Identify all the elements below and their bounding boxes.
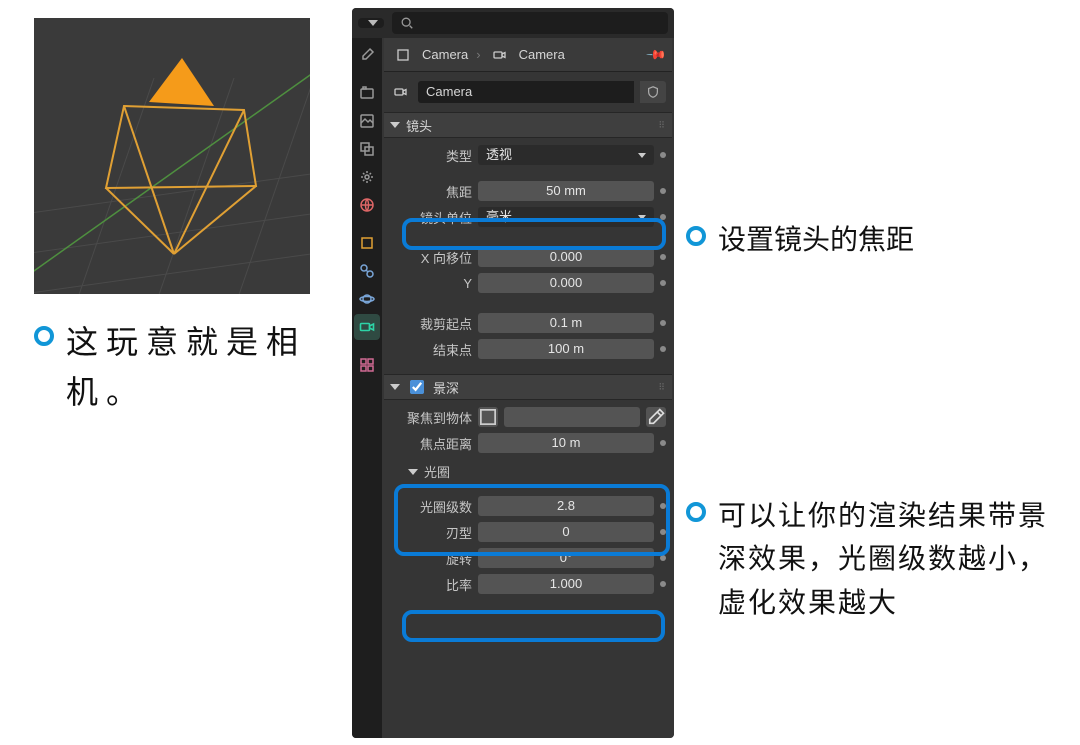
disclosure-icon [390,122,400,128]
fstop-field[interactable]: 2.8 [478,496,654,516]
property-tabs [352,38,382,738]
anim-dot[interactable] [660,555,666,561]
anim-dot[interactable] [660,320,666,326]
anim-dot[interactable] [660,188,666,194]
clip-end-label: 结束点 [390,340,472,359]
chevron-down-icon [638,215,646,220]
shift-x-label: X 向移位 [390,248,472,267]
camera-icon [390,81,412,103]
properties-panel: Camera › Camera 📌 Camera 镜头 ⠿ [352,8,674,738]
camera-icon [489,44,511,66]
chevron-down-icon [368,20,378,26]
breadcrumb-data[interactable]: Camera [519,47,565,62]
tab-scene[interactable] [354,164,380,190]
chevron-down-icon [638,153,646,158]
fake-user-button[interactable] [640,81,666,103]
anim-dot[interactable] [660,440,666,446]
tab-constraints[interactable] [354,258,380,284]
breadcrumb-sep: › [476,47,480,62]
camera-wireframe [34,18,310,294]
datablock-name-field[interactable]: Camera [418,81,634,103]
search-icon [400,16,414,30]
anim-dot[interactable] [660,280,666,286]
blades-field[interactable]: 0 [478,522,654,542]
subsection-aperture-title: 光圈 [424,462,450,481]
bullet-icon [686,502,706,522]
disclosure-icon [408,469,418,475]
section-dof-header[interactable]: 景深 ⠿ [384,374,672,400]
focal-length-field[interactable]: 50 mm [478,181,654,201]
rotation-label: 旋转 [390,549,472,568]
search-input[interactable] [392,12,668,34]
section-lens-body: 类型 透视 焦距 50 mm 镜头单位 [384,138,672,370]
lens-type-label: 类型 [390,146,472,165]
section-lens-title: 镜头 [406,116,432,135]
lens-type-value: 透视 [486,145,512,165]
fstop-label: 光圈级数 [390,497,472,516]
disclosure-icon [390,384,400,390]
annotation-left: 这玩意就是相机。 [34,318,324,417]
anim-dot[interactable] [660,214,666,220]
tab-texture[interactable] [354,352,380,378]
object-icon [392,44,414,66]
tab-world[interactable] [354,192,380,218]
anim-dot[interactable] [660,346,666,352]
ratio-field[interactable]: 1.000 [478,574,654,594]
focal-length-label: 焦距 [390,182,472,201]
ratio-label: 比率 [390,575,472,594]
lens-unit-value: 毫米 [486,207,512,227]
breadcrumb-object[interactable]: Camera [422,47,468,62]
annotation-dof: 可以让你的渲染结果带景深效果，光圈级数越小，虚化效果越大 [686,494,1056,624]
tab-camera-data[interactable] [354,314,380,340]
anim-dot[interactable] [660,529,666,535]
focus-object-icon [478,407,498,427]
section-dof-title: 景深 [433,378,459,397]
clip-start-label: 裁剪起点 [390,314,472,333]
tab-object[interactable] [354,230,380,256]
tab-render[interactable] [354,80,380,106]
focus-object-field[interactable] [504,407,640,427]
focus-object-label: 聚焦到物体 [390,408,472,427]
rotation-field[interactable]: 0° [478,548,654,568]
lens-unit-label: 镜头单位 [390,208,472,227]
annotation-focal-text: 设置镜头的焦距 [718,218,914,261]
breadcrumb: Camera › Camera 📌 [384,38,672,72]
lens-unit-select[interactable]: 毫米 [478,207,654,227]
panel-header [352,8,674,38]
shift-y-field[interactable]: 0.000 [478,273,654,293]
pin-icon[interactable]: 📌 [645,43,668,66]
eyedropper-button[interactable] [646,407,666,427]
shift-y-label: Y [390,276,472,291]
anim-dot[interactable] [660,254,666,260]
bullet-icon [686,226,706,246]
anim-dot[interactable] [660,152,666,158]
annotation-dof-text: 可以让你的渲染结果带景深效果，光圈级数越小，虚化效果越大 [718,494,1056,624]
lens-type-select[interactable]: 透视 [478,145,654,165]
clip-end-field[interactable]: 100 m [478,339,654,359]
bullet-icon [34,326,54,346]
section-lens-header[interactable]: 镜头 ⠿ [384,112,672,138]
tab-physics[interactable] [354,286,380,312]
section-dof-body: 聚焦到物体 焦点距离 10 m 光圈 [384,400,672,605]
focus-distance-field[interactable]: 10 m [478,433,654,453]
annotation-left-text: 这玩意就是相机。 [66,318,324,417]
datablock-row: Camera [390,80,666,104]
focus-distance-label: 焦点距离 [390,434,472,453]
tab-viewlayer[interactable] [354,136,380,162]
blades-label: 刃型 [390,523,472,542]
drag-handle-icon: ⠿ [658,382,666,393]
anim-dot[interactable] [660,503,666,509]
subsection-aperture-header[interactable]: 光圈 [390,458,666,485]
tab-tool[interactable] [354,42,380,68]
shift-x-field[interactable]: 0.000 [478,247,654,267]
anim-dot[interactable] [660,581,666,587]
viewport-preview [34,18,310,294]
view-switcher[interactable] [358,18,384,28]
drag-handle-icon: ⠿ [658,120,666,131]
annotation-focal: 设置镜头的焦距 [686,218,1046,261]
dof-enable-checkbox[interactable] [410,380,424,394]
tab-output[interactable] [354,108,380,134]
clip-start-field[interactable]: 0.1 m [478,313,654,333]
properties-content: Camera › Camera 📌 Camera 镜头 ⠿ [382,38,674,738]
